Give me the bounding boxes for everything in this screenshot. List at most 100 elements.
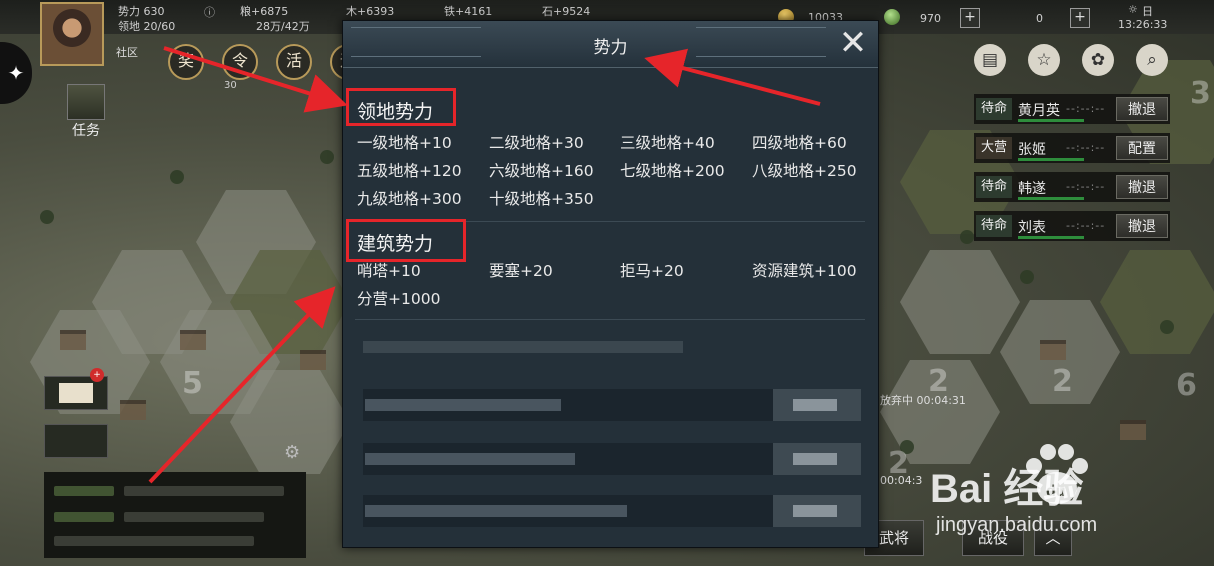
building <box>60 330 86 350</box>
order-button[interactable]: 令 <box>222 44 258 80</box>
tree <box>1160 320 1174 334</box>
building <box>180 330 206 350</box>
blurred-text <box>793 399 837 411</box>
blurred-text <box>54 486 114 496</box>
tree <box>1020 270 1034 284</box>
blurred-heading <box>363 341 683 353</box>
player-avatar[interactable] <box>40 2 104 66</box>
task-book-icon <box>67 84 105 120</box>
army-row[interactable]: 待命 刘表 --:--:-- 撤退 <box>974 211 1170 241</box>
territory-item: 五级地格+120 <box>357 162 462 180</box>
section-divider <box>355 319 865 320</box>
blurred-text <box>124 486 284 496</box>
army-status: 大营 <box>976 137 1012 159</box>
reward-button[interactable]: 奖 <box>168 44 204 80</box>
territory-item: 二级地格+30 <box>489 134 584 152</box>
task-label: 任务 <box>72 123 100 139</box>
blurred-row[interactable] <box>363 495 861 527</box>
army-retreat-button[interactable]: 撤退 <box>1116 175 1168 199</box>
iron-value: 铁+4161 <box>444 5 493 18</box>
scroll-button[interactable] <box>44 424 108 458</box>
army-timer: --:--:-- <box>1066 180 1106 193</box>
tree <box>40 210 54 224</box>
building-item: 资源建筑+100 <box>752 262 857 280</box>
blurred-row[interactable] <box>363 389 861 421</box>
map-number: 5 <box>182 366 203 401</box>
community-link[interactable]: 社区 <box>116 44 138 60</box>
territory-item: 九级地格+300 <box>357 190 462 208</box>
land-value: 领地 20/60 <box>118 20 176 33</box>
capacity-value: 28万/42万 <box>256 20 310 33</box>
chat-panel-blurred[interactable] <box>44 472 306 558</box>
tree <box>170 170 184 184</box>
abandon-timer: 放弃中 00:04:31 <box>880 394 966 407</box>
army-row[interactable]: 待命 黄月英 --:--:-- 撤退 <box>974 94 1170 124</box>
army-config-button[interactable]: 配置 <box>1116 136 1168 160</box>
army-status: 待命 <box>976 176 1012 198</box>
army-general: 韩遂 <box>1018 181 1046 197</box>
wood-value: 木+6393 <box>346 5 395 18</box>
blurred-text <box>365 399 561 411</box>
army-troop-bar <box>1018 236 1084 239</box>
map-number: 2 <box>1052 364 1073 399</box>
army-troop-bar <box>1018 119 1084 122</box>
task-button[interactable]: 任务 <box>64 84 108 139</box>
envelope-icon <box>59 383 93 403</box>
army-timer: --:--:-- <box>1066 102 1106 115</box>
territory-item: 六级地格+160 <box>489 162 594 180</box>
army-general: 刘表 <box>1018 220 1046 236</box>
army-retreat-button[interactable]: 撤退 <box>1116 214 1168 238</box>
info-icon[interactable]: ⓘ <box>204 4 215 20</box>
order-count: 30 <box>224 80 237 91</box>
blurred-text <box>124 512 264 522</box>
settings-gear-icon[interactable]: ⚙ <box>284 442 300 463</box>
blurred-row[interactable] <box>363 443 861 475</box>
close-x-icon[interactable]: ✕ <box>834 25 872 63</box>
territory-item: 八级地格+250 <box>752 162 857 180</box>
gold-value: 0 <box>1036 12 1043 25</box>
blurred-text <box>793 505 837 517</box>
time-of-day: 日 <box>1142 5 1153 18</box>
building-item: 分营+1000 <box>357 290 441 308</box>
dialog-header: 势力 ✕ <box>343 21 878 68</box>
tree <box>960 230 974 244</box>
army-general: 张姬 <box>1018 142 1046 158</box>
building-item: 哨塔+10 <box>357 262 421 280</box>
tree <box>320 150 334 164</box>
stone-value: 石+9524 <box>542 5 591 18</box>
favorite-star-icon[interactable]: ☆ <box>1028 44 1060 76</box>
building-highlight-box <box>346 219 466 262</box>
add-gold-button[interactable]: + <box>1070 8 1090 28</box>
army-row[interactable]: 待命 韩遂 --:--:-- 撤退 <box>974 172 1170 202</box>
map-scroll-icon[interactable]: ▤ <box>974 44 1006 76</box>
territory-item: 十级地格+350 <box>489 190 594 208</box>
blurred-button[interactable] <box>773 495 861 527</box>
blurred-text <box>54 512 114 522</box>
day-icon: ☼ <box>1128 3 1138 16</box>
building <box>300 350 326 370</box>
blurred-button[interactable] <box>773 389 861 421</box>
search-icon[interactable]: ⌕ <box>1136 44 1168 76</box>
building <box>120 400 146 420</box>
territory-item: 四级地格+60 <box>752 134 847 152</box>
alliance-icon[interactable]: ✿ <box>1082 44 1114 76</box>
blurred-button[interactable] <box>773 443 861 475</box>
mail-badge: + <box>90 368 104 382</box>
clock-time: 13:26:33 <box>1118 18 1168 31</box>
army-retreat-button[interactable]: 撤退 <box>1116 97 1168 121</box>
map-hex-tile[interactable] <box>900 250 1020 354</box>
army-general: 黄月英 <box>1018 103 1060 119</box>
map-hex-tile[interactable] <box>1100 250 1214 354</box>
building-item: 拒马+20 <box>620 262 684 280</box>
map-number: 3 <box>1190 76 1211 111</box>
jade-value: 970 <box>920 12 941 25</box>
dialog-title: 势力 <box>593 38 628 58</box>
map-number: 6 <box>1176 368 1197 403</box>
activity-button[interactable]: 活 <box>276 44 312 80</box>
power-value: 势力 630 <box>118 5 165 18</box>
baidu-watermark: du Bai 经验 jingyan.baidu.com <box>930 436 1210 546</box>
territory-item: 三级地格+40 <box>620 134 715 152</box>
army-row[interactable]: 大营 张姬 --:--:-- 配置 <box>974 133 1170 163</box>
add-jade-button[interactable]: + <box>960 8 980 28</box>
blurred-text <box>365 505 627 517</box>
